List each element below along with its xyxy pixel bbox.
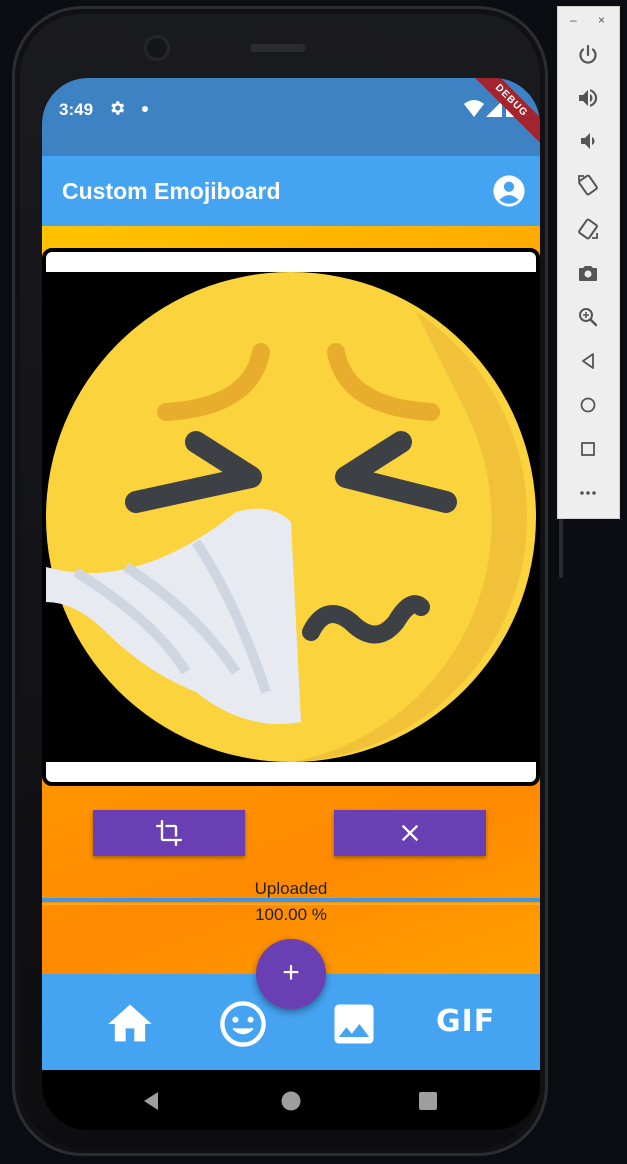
upload-percent-label: 100.00 % — [255, 905, 327, 924]
image-preview — [46, 272, 536, 762]
overview-icon[interactable] — [576, 437, 600, 461]
crop-button[interactable] — [93, 810, 245, 856]
image-icon[interactable] — [328, 998, 380, 1050]
emulator-toolbar: – × — [557, 6, 620, 519]
sneezing-face-emoji-image — [46, 272, 536, 762]
notification-dot — [142, 106, 148, 112]
editor-area: Uploaded 100.00 % — [42, 226, 540, 974]
back-icon[interactable] — [140, 1090, 162, 1112]
system-navigation-bar — [42, 1070, 540, 1130]
app-title: Custom Emojiboard — [62, 178, 281, 204]
settings-gear-icon — [111, 101, 125, 115]
gif-icon[interactable]: GIF — [436, 1004, 495, 1039]
phone-frame: 3:49 DEBUG Custom Emojiboard Uploaded 10… — [12, 6, 563, 1156]
volume-down-icon[interactable] — [576, 129, 600, 153]
signal-icon — [486, 101, 502, 117]
close-icon — [401, 824, 419, 842]
more-icon[interactable] — [576, 481, 600, 505]
volume-up-icon[interactable] — [576, 86, 600, 110]
discard-button[interactable] — [334, 810, 486, 856]
close-button[interactable]: × — [598, 13, 605, 27]
rotate-left-icon[interactable] — [576, 173, 600, 197]
add-fab-button[interactable]: + — [256, 939, 326, 1009]
device-screen: 3:49 DEBUG Custom Emojiboard Uploaded 10… — [42, 78, 540, 1130]
front-camera — [147, 38, 167, 58]
upload-progress-divider — [42, 903, 540, 905]
app-bar: Custom Emojiboard — [42, 156, 540, 226]
rotate-right-icon[interactable] — [576, 217, 600, 241]
home-circle-icon[interactable] — [280, 1090, 302, 1112]
power-icon[interactable] — [576, 43, 600, 67]
minimize-button[interactable]: – — [570, 13, 577, 27]
earpiece-speaker — [250, 44, 306, 52]
camera-icon[interactable] — [576, 261, 600, 285]
crop-icon — [156, 820, 182, 846]
status-time: 3:49 — [59, 100, 94, 119]
home-icon[interactable] — [104, 998, 156, 1050]
back-icon[interactable] — [576, 349, 600, 373]
wifi-icon — [464, 100, 484, 117]
home-icon[interactable] — [576, 393, 600, 417]
zoom-icon[interactable] — [576, 305, 600, 329]
status-bar: 3:49 DEBUG — [42, 78, 540, 156]
account-circle-icon[interactable] — [492, 174, 526, 208]
emoji-icon[interactable] — [217, 998, 269, 1050]
image-preview-card — [42, 248, 540, 786]
upload-status-label: Uploaded — [254, 879, 328, 898]
overview-icon[interactable] — [418, 1091, 438, 1111]
